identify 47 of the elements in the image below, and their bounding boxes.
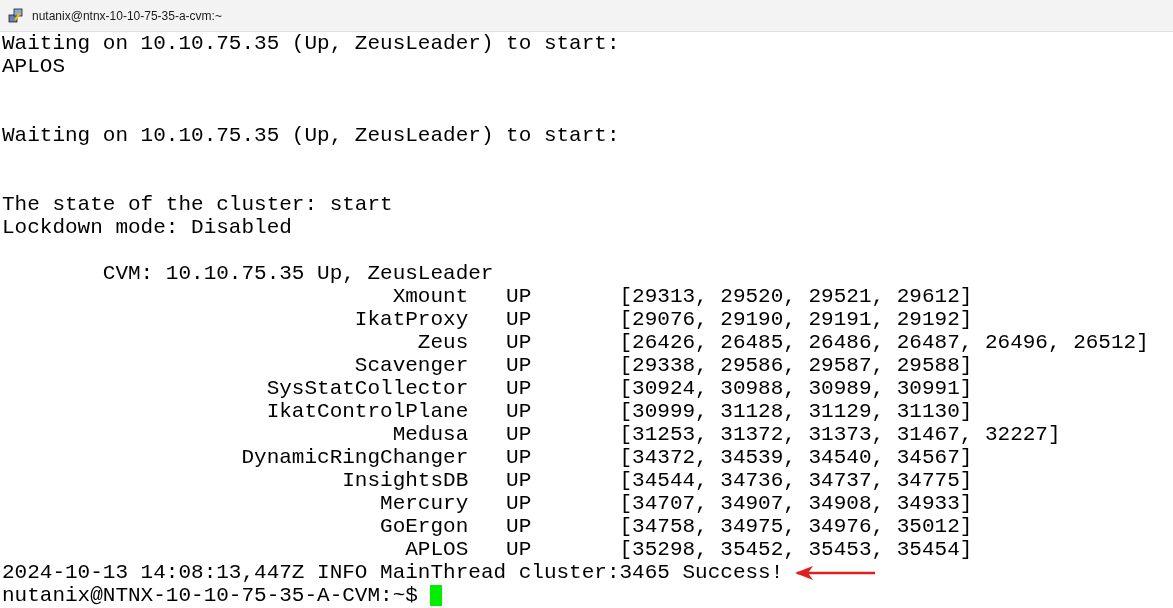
service-name: InsightsDB — [342, 469, 469, 492]
process-ids: [34707, 34907, 34908, 34933] — [619, 492, 973, 515]
service-name: DynamicRingChanger — [241, 446, 469, 469]
service-name: APLOS — [405, 538, 469, 561]
service-status: UP — [506, 308, 532, 331]
service-status: UP — [506, 377, 532, 400]
service-status: UP — [506, 331, 532, 354]
service-name: Medusa — [392, 423, 469, 446]
window-title: nutanix@ntnx-10-10-75-35-a-cvm:~ — [32, 7, 222, 25]
shell-prompt: nutanix@NTNX-10-10-75-35-A-CVM:~$ — [2, 584, 418, 607]
service-status: UP — [506, 446, 532, 469]
process-ids: [30999, 31128, 31129, 31130] — [619, 400, 973, 423]
terminal-line: Waiting on 10.10.75.35 (Up, ZeusLeader) to start: — [2, 32, 620, 55]
service-status: UP — [506, 285, 532, 308]
process-ids: [34758, 34975, 34976, 35012] — [619, 515, 973, 538]
service-status: UP — [506, 400, 532, 423]
service-status: UP — [506, 515, 532, 538]
service-name: Scavenger — [354, 354, 469, 377]
terminal-line: Waiting on 10.10.75.35 (Up, ZeusLeader) to start: — [2, 124, 620, 147]
service-status: UP — [506, 538, 532, 561]
terminal-line: APLOS — [2, 55, 65, 78]
terminal-line: The state of the cluster: start — [2, 193, 393, 216]
service-name: Mercury — [380, 492, 469, 515]
service-name: SysStatCollector — [266, 377, 469, 400]
process-ids: [30924, 30988, 30989, 30991] — [619, 377, 973, 400]
text-cursor — [430, 585, 443, 606]
service-name: IkatProxy — [354, 308, 469, 331]
terminal-line: Lockdown mode: Disabled — [2, 216, 292, 239]
service-status: UP — [506, 492, 532, 515]
service-name: Zeus — [417, 331, 469, 354]
service-status: UP — [506, 423, 532, 446]
process-ids: [34544, 34736, 34737, 34775] — [619, 469, 973, 492]
service-name: Xmount — [392, 285, 469, 308]
process-ids: [35298, 35452, 35453, 35454] — [619, 538, 973, 561]
process-ids: [29338, 29586, 29587, 29588] — [619, 354, 973, 377]
terminal-line: 2024-10-13 14:08:13,447Z INFO MainThread cluster:3465 Success! — [2, 561, 784, 584]
process-ids: [29076, 29190, 29191, 29192] — [619, 308, 973, 331]
service-name: GoErgon — [380, 515, 469, 538]
terminal-line: CVM: 10.10.75.35 Up, ZeusLeader — [102, 262, 494, 285]
process-ids: [34372, 34539, 34540, 34567] — [619, 446, 973, 469]
terminal-app-icon — [8, 7, 24, 24]
service-status: UP — [506, 354, 532, 377]
service-name: IkatControlPlane — [266, 400, 469, 423]
process-ids: [26426, 26485, 26486, 26487, 26496, 26512] — [619, 331, 1149, 354]
process-ids: [31253, 31372, 31373, 31467, 32227] — [619, 423, 1061, 446]
service-status: UP — [506, 469, 532, 492]
process-ids: [29313, 29520, 29521, 29612] — [619, 285, 973, 308]
